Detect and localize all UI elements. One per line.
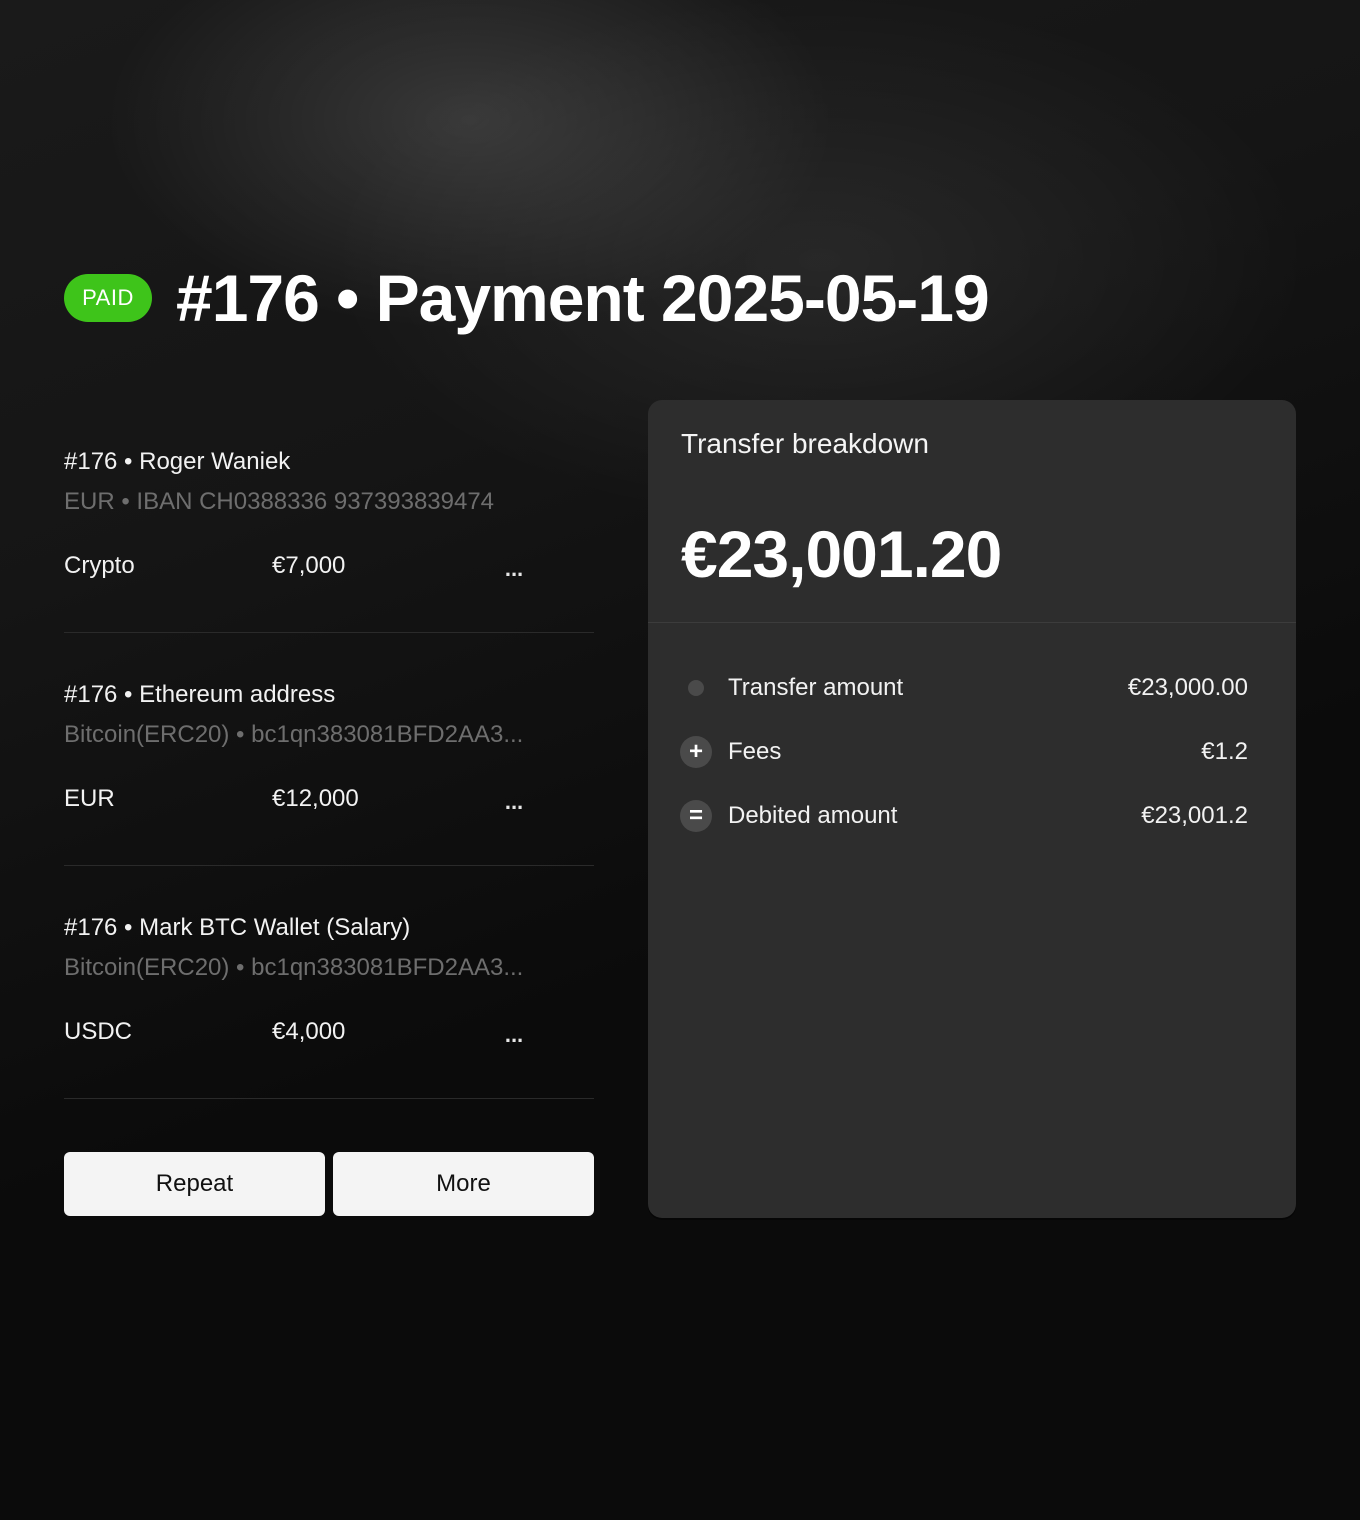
list-item[interactable]: #176 • Roger Waniek EUR • IBAN CH0388336…	[64, 400, 594, 633]
breakdown-row-debited: = Debited amount €23,001.2	[680, 796, 1248, 836]
recipient-amount: €12,000	[272, 785, 359, 812]
recipient-title: #176 • Mark BTC Wallet (Salary)	[64, 914, 411, 941]
row-value: €23,001.2	[1141, 802, 1248, 829]
recipient-account: EUR • IBAN CH0388336 937393839474	[64, 488, 495, 515]
row-label: Transfer amount	[728, 674, 904, 701]
equals-icon: =	[680, 800, 712, 832]
divider	[648, 622, 1296, 623]
row-value: €23,000.00	[1127, 674, 1248, 701]
more-options-icon[interactable]: ...	[500, 1012, 528, 1048]
recipient-currency: EUR	[64, 785, 115, 812]
row-value: €1.2	[1201, 738, 1248, 765]
recipient-title: #176 • Ethereum address	[64, 681, 336, 708]
recipient-title: #176 • Roger Waniek	[64, 448, 291, 475]
dot-icon	[680, 672, 712, 704]
recipient-list: #176 • Roger Waniek EUR • IBAN CH0388336…	[64, 400, 594, 1099]
page-header: PAID #176 • Payment 2025-05-19	[64, 258, 990, 338]
breakdown-row-transfer: Transfer amount €23,000.00	[680, 668, 1248, 708]
action-bar: Repeat More	[64, 1152, 594, 1216]
status-badge: PAID	[64, 274, 152, 322]
total-amount: €23,001.20	[681, 517, 1002, 591]
list-item[interactable]: #176 • Mark BTC Wallet (Salary) Bitcoin(…	[64, 866, 594, 1099]
recipient-currency: USDC	[64, 1018, 133, 1045]
list-item[interactable]: #176 • Ethereum address Bitcoin(ERC20) •…	[64, 633, 594, 866]
recipient-currency: Crypto	[64, 552, 135, 579]
repeat-button[interactable]: Repeat	[64, 1152, 325, 1216]
transfer-breakdown-panel: Transfer breakdown €23,001.20 Transfer a…	[648, 400, 1296, 1218]
more-options-icon[interactable]: ...	[500, 779, 528, 815]
row-label: Debited amount	[728, 802, 898, 829]
recipient-amount: €4,000	[272, 1018, 346, 1045]
recipient-account: Bitcoin(ERC20) • bc1qn383081BFD2AA3...	[64, 721, 524, 748]
breakdown-row-fees: + Fees €1.2	[680, 732, 1248, 772]
panel-title: Transfer breakdown	[681, 428, 929, 459]
recipient-amount: €7,000	[272, 552, 346, 579]
more-options-icon[interactable]: ...	[500, 546, 528, 582]
page-title: #176 • Payment 2025-05-19	[176, 261, 990, 335]
recipient-account: Bitcoin(ERC20) • bc1qn383081BFD2AA3...	[64, 954, 524, 981]
plus-icon: +	[680, 736, 712, 768]
more-button[interactable]: More	[333, 1152, 594, 1216]
row-label: Fees	[728, 738, 782, 765]
